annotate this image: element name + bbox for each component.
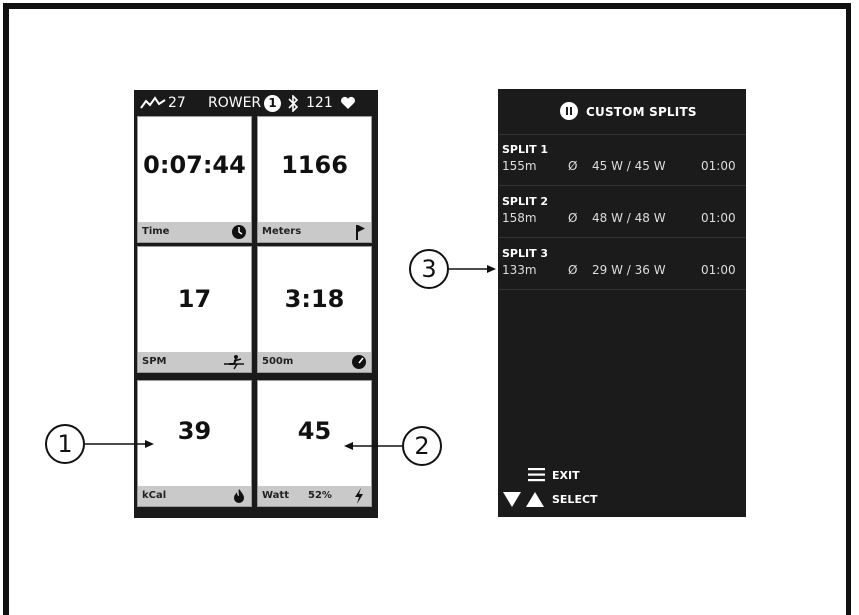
callout-2: 2: [402, 426, 442, 466]
callout-1: 1: [45, 424, 85, 464]
callout-3: 3: [409, 249, 449, 289]
callout-leaders: [85, 265, 496, 450]
